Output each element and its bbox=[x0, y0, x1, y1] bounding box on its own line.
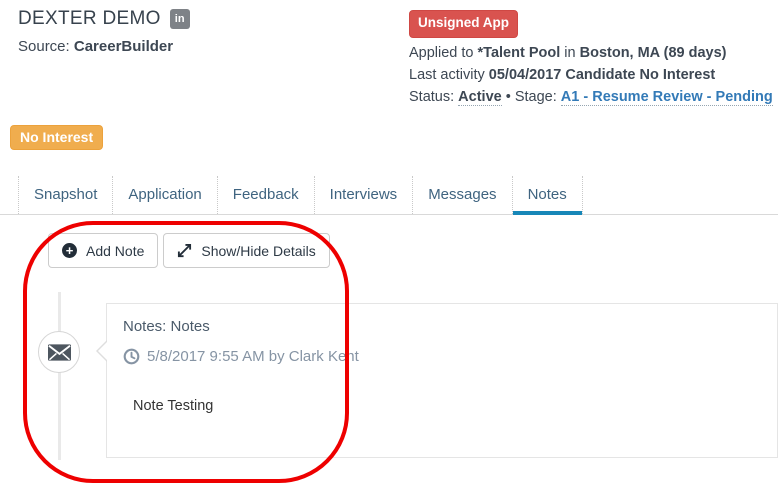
envelope-icon bbox=[47, 343, 71, 361]
clock-icon bbox=[123, 348, 140, 365]
notes-toolbar: Add Note Show/Hide Details bbox=[48, 233, 330, 268]
last-activity-value: 05/04/2017 Candidate No Interest bbox=[488, 67, 716, 83]
tab-snapshot[interactable]: Snapshot bbox=[18, 176, 114, 214]
candidate-name: DEXTER DEMO bbox=[18, 8, 161, 29]
tab-bar: Snapshot Application Feedback Interviews… bbox=[0, 176, 778, 215]
applied-location: Boston, MA (89 days) bbox=[579, 45, 727, 61]
stage-label: Stage: bbox=[514, 89, 557, 105]
note-card: Notes: Notes 5/8/2017 9:55 AM by Clark K… bbox=[96, 303, 778, 458]
stage-value[interactable]: A1 - Resume Review - Pending bbox=[560, 89, 773, 106]
applied-line: Applied to *Talent Pool in Boston, MA (8… bbox=[409, 42, 774, 64]
status-value[interactable]: Active bbox=[458, 89, 502, 106]
add-note-button[interactable]: Add Note bbox=[48, 233, 159, 268]
last-activity-line: Last activity 05/04/2017 Candidate No In… bbox=[409, 64, 774, 86]
linkedin-icon[interactable] bbox=[169, 9, 190, 29]
source-label: Source: bbox=[18, 38, 70, 55]
tab-feedback[interactable]: Feedback bbox=[218, 176, 315, 214]
expand-arrows-icon bbox=[177, 243, 192, 258]
source-value: CareerBuilder bbox=[73, 38, 174, 55]
add-note-label: Add Note bbox=[86, 242, 145, 259]
tab-notes[interactable]: Notes bbox=[512, 176, 583, 215]
source-line: Source: CareerBuilder bbox=[18, 38, 190, 55]
application-summary: Unsigned App Applied to *Talent Pool in … bbox=[409, 10, 774, 108]
applied-pool: *Talent Pool bbox=[477, 45, 561, 61]
note-type-badge bbox=[38, 331, 80, 373]
note-title: Notes: Notes bbox=[123, 318, 210, 335]
plus-circle-icon bbox=[62, 243, 77, 258]
note-timestamp: 5/8/2017 9:55 AM by Clark Kent bbox=[147, 348, 359, 365]
show-hide-details-button[interactable]: Show/Hide Details bbox=[163, 233, 330, 268]
note-body: Note Testing bbox=[133, 398, 214, 414]
show-hide-details-label: Show/Hide Details bbox=[201, 242, 316, 259]
timeline-line bbox=[58, 292, 61, 460]
status-stage-separator: • bbox=[505, 89, 511, 105]
status-label: Status: bbox=[409, 89, 455, 105]
note-meta: 5/8/2017 9:55 AM by Clark Kent bbox=[123, 348, 761, 365]
unsigned-app-badge: Unsigned App bbox=[409, 10, 518, 38]
candidate-header: DEXTER DEMO Source: CareerBuilder bbox=[18, 8, 190, 55]
tab-messages[interactable]: Messages bbox=[413, 176, 513, 214]
applied-prefix: Applied to bbox=[409, 45, 474, 61]
tab-application[interactable]: Application bbox=[113, 176, 218, 214]
applied-in: in bbox=[564, 45, 576, 61]
tab-interviews[interactable]: Interviews bbox=[315, 176, 414, 214]
no-interest-badge: No Interest bbox=[10, 125, 104, 150]
status-line: Status: Active • Stage: A1 - Resume Revi… bbox=[409, 86, 774, 108]
candidate-profile-page: DEXTER DEMO Source: CareerBuilder Unsign… bbox=[0, 0, 778, 501]
last-activity-label: Last activity bbox=[409, 67, 485, 83]
